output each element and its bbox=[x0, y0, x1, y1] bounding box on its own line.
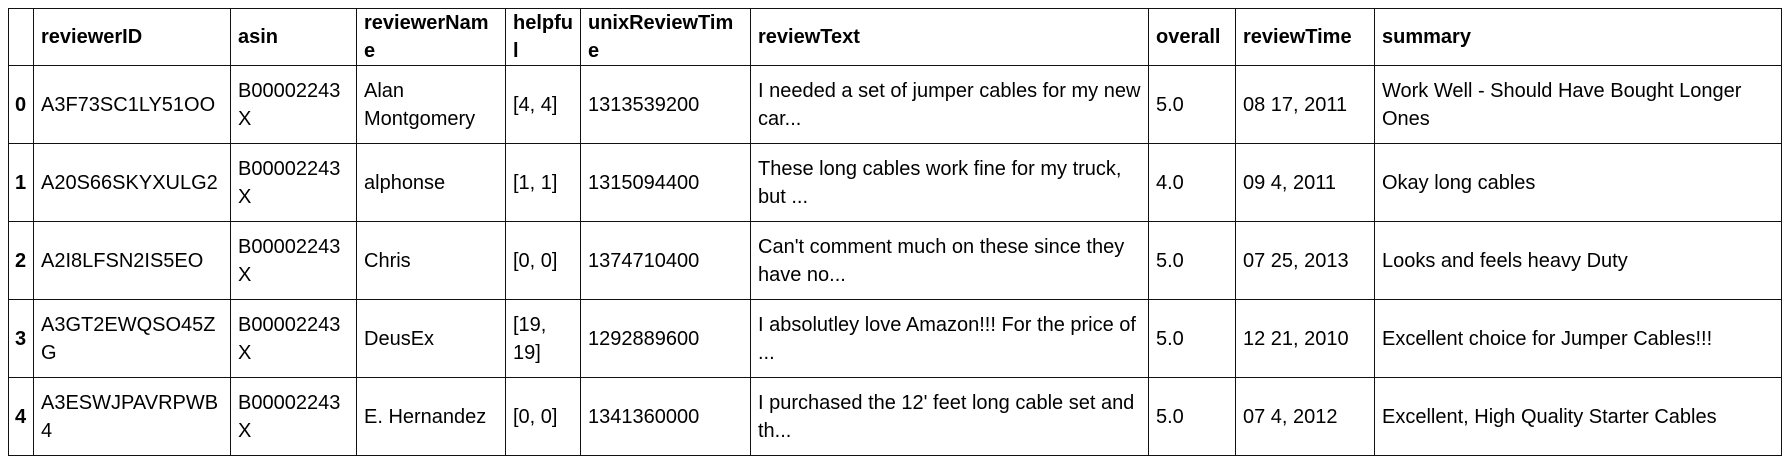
reviewer-id-cell: A3F73SC1LY51OO bbox=[33, 65, 231, 144]
review-text-cell: I absolutley love Amazon!!! For the pric… bbox=[750, 299, 1149, 378]
reviewer-name-cell: E. Hernandez bbox=[356, 377, 506, 456]
asin-cell: B00002243X bbox=[230, 299, 357, 378]
column-header: reviewerName bbox=[356, 8, 506, 66]
column-header: unixReviewTime bbox=[580, 8, 751, 66]
asin-cell: B00002243X bbox=[230, 65, 357, 144]
summary-cell: Looks and feels heavy Duty bbox=[1374, 221, 1782, 300]
review-time-cell: 12 21, 2010 bbox=[1235, 299, 1375, 378]
review-text-cell: I purchased the 12' feet long cable set … bbox=[750, 377, 1149, 456]
helpful-cell: [0, 0] bbox=[505, 221, 581, 300]
unix-review-time-cell: 1374710400 bbox=[580, 221, 751, 300]
row-index: 0 bbox=[8, 65, 34, 144]
column-header: reviewText bbox=[750, 8, 1149, 66]
review-text-cell: Can't comment much on these since they h… bbox=[750, 221, 1149, 300]
reviewer-id-cell: A2I8LFSN2IS5EO bbox=[33, 221, 231, 300]
table-row: 2 A2I8LFSN2IS5EO B00002243X Chris [0, 0]… bbox=[8, 221, 1782, 300]
column-header: reviewTime bbox=[1235, 8, 1375, 66]
reviewer-id-cell: A3GT2EWQSO45ZG bbox=[33, 299, 231, 378]
summary-cell: Okay long cables bbox=[1374, 143, 1782, 222]
row-index: 2 bbox=[8, 221, 34, 300]
summary-cell: Excellent choice for Jumper Cables!!! bbox=[1374, 299, 1782, 378]
table-row: 3 A3GT2EWQSO45ZG B00002243X DeusEx [19, … bbox=[8, 299, 1782, 378]
overall-cell: 5.0 bbox=[1148, 65, 1236, 144]
reviewer-name-cell: DeusEx bbox=[356, 299, 506, 378]
table-row: 4 A3ESWJPAVRPWB4 B00002243X E. Hernandez… bbox=[8, 377, 1782, 456]
column-header: overall bbox=[1148, 8, 1236, 66]
summary-cell: Work Well - Should Have Bought Longer On… bbox=[1374, 65, 1782, 144]
reviewer-name-cell: alphonse bbox=[356, 143, 506, 222]
reviewer-name-cell: Chris bbox=[356, 221, 506, 300]
review-time-cell: 07 4, 2012 bbox=[1235, 377, 1375, 456]
summary-cell: Excellent, High Quality Starter Cables bbox=[1374, 377, 1782, 456]
overall-cell: 5.0 bbox=[1148, 377, 1236, 456]
row-index: 4 bbox=[8, 377, 34, 456]
header-row: reviewerID asin reviewerName helpful uni… bbox=[8, 8, 1782, 66]
dataframe-output: reviewerID asin reviewerName helpful uni… bbox=[8, 8, 1782, 456]
table-row: 0 A3F73SC1LY51OO B00002243X Alan Montgom… bbox=[8, 65, 1782, 144]
unix-review-time-cell: 1341360000 bbox=[580, 377, 751, 456]
overall-cell: 4.0 bbox=[1148, 143, 1236, 222]
helpful-cell: [0, 0] bbox=[505, 377, 581, 456]
index-header bbox=[8, 8, 34, 66]
review-text-cell: These long cables work fine for my truck… bbox=[750, 143, 1149, 222]
helpful-cell: [4, 4] bbox=[505, 65, 581, 144]
overall-cell: 5.0 bbox=[1148, 299, 1236, 378]
row-index: 3 bbox=[8, 299, 34, 378]
asin-cell: B00002243X bbox=[230, 377, 357, 456]
column-header: summary bbox=[1374, 8, 1782, 66]
asin-cell: B00002243X bbox=[230, 143, 357, 222]
overall-cell: 5.0 bbox=[1148, 221, 1236, 300]
review-time-cell: 09 4, 2011 bbox=[1235, 143, 1375, 222]
unix-review-time-cell: 1315094400 bbox=[580, 143, 751, 222]
reviewer-id-cell: A20S66SKYXULG2 bbox=[33, 143, 231, 222]
unix-review-time-cell: 1313539200 bbox=[580, 65, 751, 144]
helpful-cell: [19, 19] bbox=[505, 299, 581, 378]
column-header: asin bbox=[230, 8, 357, 66]
asin-cell: B00002243X bbox=[230, 221, 357, 300]
column-header: helpful bbox=[505, 8, 581, 66]
dataframe-table: reviewerID asin reviewerName helpful uni… bbox=[8, 8, 1782, 456]
column-header: reviewerID bbox=[33, 8, 231, 66]
review-time-cell: 08 17, 2011 bbox=[1235, 65, 1375, 144]
review-time-cell: 07 25, 2013 bbox=[1235, 221, 1375, 300]
row-index: 1 bbox=[8, 143, 34, 222]
helpful-cell: [1, 1] bbox=[505, 143, 581, 222]
table-row: 1 A20S66SKYXULG2 B00002243X alphonse [1,… bbox=[8, 143, 1782, 222]
reviewer-id-cell: A3ESWJPAVRPWB4 bbox=[33, 377, 231, 456]
reviewer-name-cell: Alan Montgomery bbox=[356, 65, 506, 144]
unix-review-time-cell: 1292889600 bbox=[580, 299, 751, 378]
review-text-cell: I needed a set of jumper cables for my n… bbox=[750, 65, 1149, 144]
